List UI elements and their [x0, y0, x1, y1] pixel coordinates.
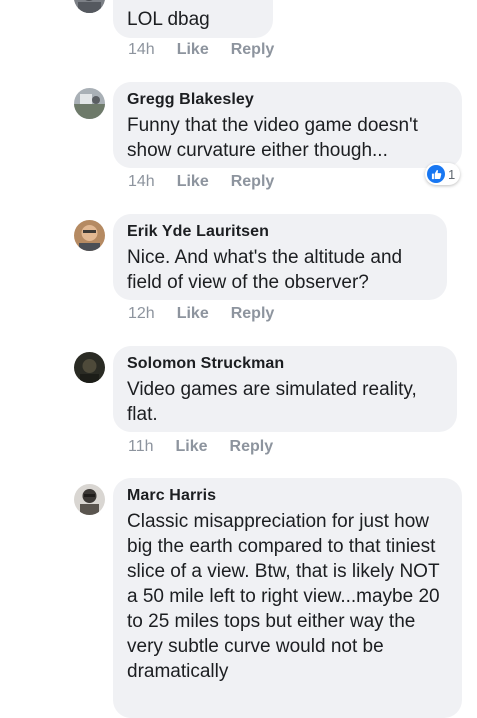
reaction-badge[interactable]: 1	[425, 163, 461, 185]
thumbs-up-icon	[427, 165, 445, 183]
comment-timestamp[interactable]: 12h	[128, 305, 155, 323]
comment-author[interactable]: Solomon Struckman	[127, 354, 443, 374]
comment-text: Classic misappreciation for just how big…	[127, 511, 440, 682]
comment-bubble: Marc Harris Classic misappreciation for …	[113, 478, 462, 718]
comment-meta: 14h Like Reply	[128, 38, 296, 62]
reply-button[interactable]: Reply	[231, 173, 275, 191]
comment-timestamp[interactable]: 14h	[128, 41, 155, 59]
comment-author[interactable]: Erik Yde Lauritsen	[127, 222, 433, 242]
comment-text: Funny that the video game doesn't show c…	[127, 115, 418, 161]
comment-meta: 11h Like Reply	[128, 435, 295, 459]
comment-bubble: Gregg Blakesley Funny that the video gam…	[113, 82, 462, 168]
comment-author[interactable]: Marc Harris	[127, 486, 448, 506]
comment-author[interactable]: Gregg Blakesley	[127, 90, 448, 110]
comment-bubble: LOL dbag	[113, 0, 273, 38]
comment-bubble: Erik Yde Lauritsen Nice. And what's the …	[113, 214, 447, 300]
comment-timestamp[interactable]: 14h	[128, 173, 155, 191]
like-button[interactable]: Like	[177, 173, 209, 191]
comment-text: Nice. And what's the altitude and field …	[127, 247, 403, 293]
reaction-count: 1	[448, 166, 456, 182]
avatar[interactable]	[74, 484, 105, 515]
avatar[interactable]	[74, 352, 105, 383]
avatar[interactable]	[74, 0, 105, 13]
like-button[interactable]: Like	[177, 305, 209, 323]
reply-button[interactable]: Reply	[231, 41, 275, 59]
reply-button[interactable]: Reply	[230, 438, 274, 456]
like-button[interactable]: Like	[176, 438, 208, 456]
reply-button[interactable]: Reply	[231, 305, 275, 323]
comment-text: Video games are simulated reality, flat.	[127, 379, 417, 425]
comment-meta: 12h Like Reply	[128, 302, 296, 326]
comment-meta: 14h Like Reply	[128, 170, 296, 194]
like-button[interactable]: Like	[177, 41, 209, 59]
comment-timestamp[interactable]: 11h	[128, 438, 154, 456]
comment-text: LOL dbag	[127, 9, 210, 30]
avatar[interactable]	[74, 220, 105, 251]
avatar[interactable]	[74, 88, 105, 119]
comment-bubble: Solomon Struckman Video games are simula…	[113, 346, 457, 432]
